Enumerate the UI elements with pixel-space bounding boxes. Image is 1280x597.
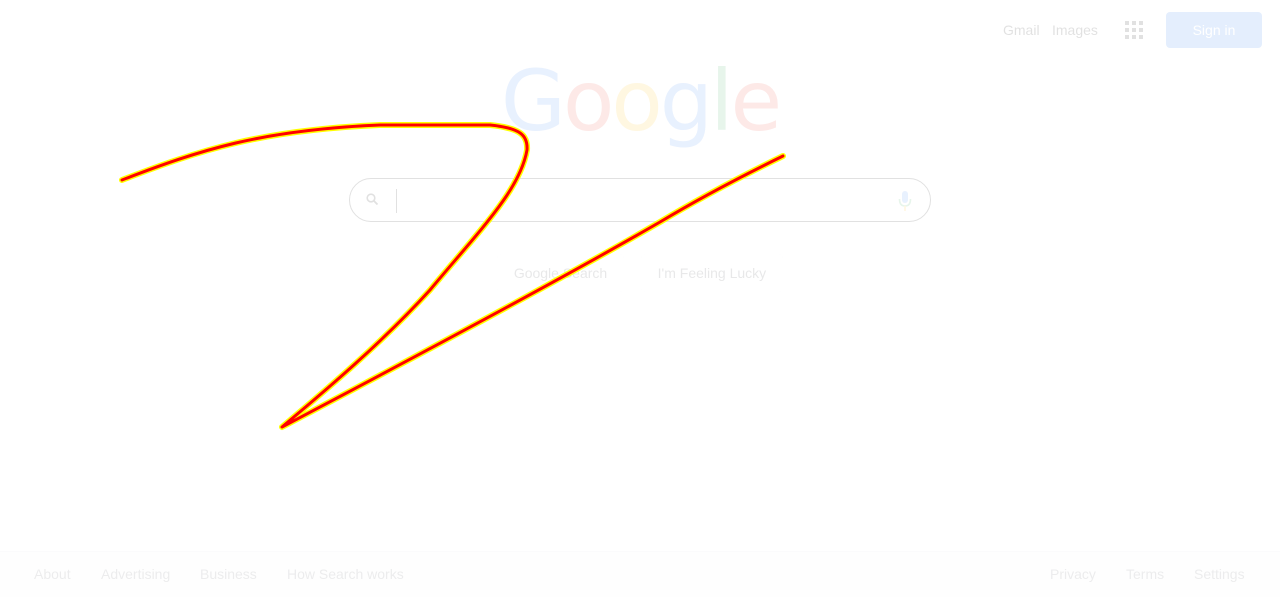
microphone-icon[interactable]	[898, 190, 912, 212]
feeling-lucky-button[interactable]: I'm Feeling Lucky	[640, 254, 784, 292]
footer-link-about[interactable]: About	[34, 566, 71, 582]
logo-letter: l	[710, 52, 733, 150]
footer: About Advertising Business How Search wo…	[0, 551, 1280, 597]
footer-link-advertising[interactable]: Advertising	[101, 566, 170, 582]
top-bar: Gmail Images Sign in	[0, 0, 1280, 60]
logo-letter: g	[659, 52, 713, 150]
apps-grid-icon[interactable]	[1125, 21, 1143, 39]
footer-link-terms[interactable]: Terms	[1126, 566, 1164, 582]
google-homepage: Gmail Images Sign in Google Google Searc…	[0, 0, 1280, 597]
logo-letter: G	[500, 52, 566, 150]
footer-link-privacy[interactable]: Privacy	[1050, 566, 1096, 582]
search-icon	[366, 193, 378, 205]
logo-letter: o	[611, 52, 662, 150]
sign-in-button[interactable]: Sign in	[1166, 12, 1262, 48]
footer-link-business[interactable]: Business	[200, 566, 257, 582]
google-search-button[interactable]: Google Search	[496, 254, 625, 292]
google-logo: Google	[0, 55, 1280, 147]
footer-link-settings[interactable]: Settings	[1194, 566, 1245, 582]
gmail-link[interactable]: Gmail	[1003, 22, 1040, 38]
search-input[interactable]	[396, 189, 881, 213]
images-link[interactable]: Images	[1052, 22, 1098, 38]
search-box[interactable]	[349, 178, 931, 222]
footer-link-how-search-works[interactable]: How Search works	[287, 566, 404, 582]
search-buttons: Google Search I'm Feeling Lucky	[0, 254, 1280, 292]
logo-letter: o	[562, 52, 614, 150]
logo-letter: e	[730, 52, 782, 150]
